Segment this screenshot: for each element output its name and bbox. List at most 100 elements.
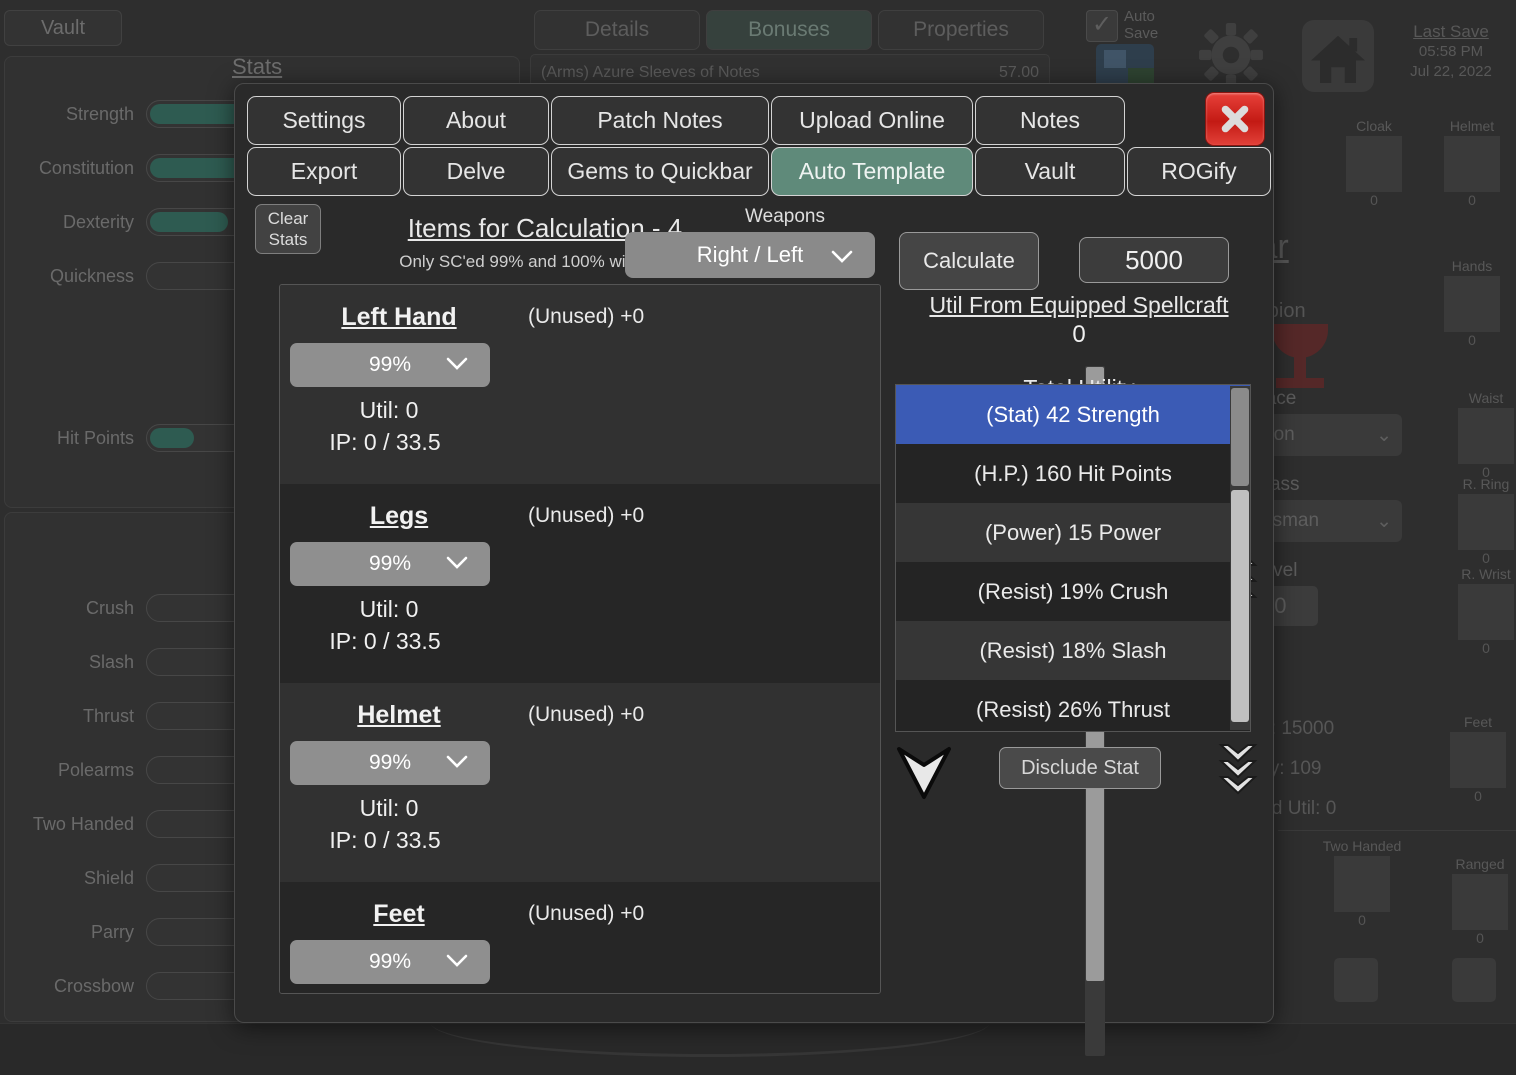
missing-stats-row[interactable]: (Resist) 26% Thrust [896,680,1250,731]
clear-stats-line2: Stats [268,230,308,249]
equip-slot-name: Ranged [1455,856,1505,872]
missing-stats-scrollbar[interactable] [1230,386,1250,730]
clear-stats-button[interactable]: Clear Stats [255,204,321,254]
item-slot-util: Util: 0 [359,596,419,622]
stat-label: Dexterity [62,211,134,232]
race-label: Race [1252,388,1297,409]
equip-slot-box[interactable] [1458,408,1514,464]
modal-menu-bar: Settings About Patch Notes Upload Online… [247,96,1271,196]
equip-slot-cloak[interactable]: Cloak 0 [1346,118,1402,208]
equip-slot-two-handed[interactable]: Two Handed 0 [1320,838,1404,928]
equip-slot-value: 0 [1468,332,1476,348]
resist-label: Thrust [82,705,134,726]
menu-patch-notes-button[interactable]: Patch Notes [551,96,769,145]
menu-upload-online-button[interactable]: Upload Online [771,96,973,145]
chevron-down-icon [446,751,468,775]
item-slot-util: Util: 0 [359,397,419,423]
autosave-checkbox[interactable]: ✓ [1086,10,1118,42]
item-slot-name: Helmet [357,701,441,729]
equip-slot-hands[interactable]: Hands 0 [1444,258,1500,348]
menu-auto-template-button[interactable]: Auto Template [771,147,973,196]
item-slot-quality-value: 99% [368,950,412,973]
menu-vault-button[interactable]: Vault [975,147,1125,196]
equip-slot-box-extra-right[interactable] [1452,958,1496,1002]
tab-details[interactable]: Details [534,10,700,50]
missing-stats-row[interactable]: (Resist) 19% Crush [896,562,1250,621]
weapons-select[interactable]: Right / Left [625,232,875,278]
resist-label: Shield [83,867,134,888]
tab-properties[interactable]: Properties [878,10,1044,50]
equip-slot-name: R. Ring [1462,476,1510,492]
item-slot-quality-select[interactable]: 99% [290,741,490,785]
equip-slot-box[interactable] [1458,584,1514,640]
missing-stats-scrollbar-thumb-upper[interactable] [1231,388,1249,486]
equip-slot-helmet[interactable]: Helmet 0 [1444,118,1500,208]
stat-bar-fill [150,212,228,232]
budget-input[interactable]: 5000 [1079,237,1229,283]
item-slot-status: (Unused) +0 [528,703,645,726]
last-save-date: Jul 22, 2022 [1410,63,1492,80]
equip-slot-name: Two Handed [1322,838,1402,854]
equip-slot-box[interactable] [1450,732,1506,788]
class-select[interactable]: nsman ⌄ [1252,500,1402,542]
menu-rogify-button[interactable]: ROGify [1127,147,1271,196]
app-root: Vault Stats Strength Constitution Dexter… [0,0,1516,1075]
class-field[interactable]: Class nsman ⌄ [1252,474,1402,542]
missing-stats-row[interactable]: (Resist) 18% Slash [896,621,1250,680]
item-slot-quality-select[interactable]: 99% [290,542,490,586]
resist-label: Parry [90,921,134,942]
menu-gems-to-quickbar-button[interactable]: Gems to Quickbar [551,147,769,196]
menu-export-button[interactable]: Export [247,147,401,196]
weapons-label: Weapons [745,206,825,227]
equip-slot-ranged[interactable]: Ranged 0 [1438,856,1516,946]
missing-stats-scrollbar-thumb-lower[interactable] [1231,490,1249,722]
items-list: Left Hand (Unused) +0 99% Util: 0 IP: 0 … [279,284,881,994]
item-slot-status: (Unused) +0 [528,504,645,527]
close-icon[interactable] [1205,92,1265,146]
last-save-info: Last Save 05:58 PM Jul 22, 2022 [1396,22,1506,82]
equip-slot-feet[interactable]: Feet 0 [1450,714,1506,804]
missing-stats-row[interactable]: (Stat) 42 Strength [896,385,1250,444]
equip-slot-box[interactable] [1458,494,1514,550]
race-field[interactable]: Race rton ⌄ [1252,388,1402,456]
home-icon[interactable] [1302,20,1374,92]
equip-slot-box[interactable] [1452,874,1508,930]
move-to-bottom-chevrons-icon[interactable] [1217,743,1259,797]
item-slot-quality-select[interactable]: 99% [290,940,490,984]
stat-bar-fill [150,428,194,448]
spellcraft-util-value: 0 [1072,321,1086,348]
item-slot-quality-value: 99% [368,353,412,376]
equip-slot-box[interactable] [1444,276,1500,332]
menu-settings-button[interactable]: Settings [247,96,401,145]
equip-slot-waist[interactable]: Waist 0 [1458,390,1514,480]
equip-slot-box[interactable] [1444,136,1500,192]
equip-slot-box[interactable] [1334,856,1390,912]
race-select[interactable]: rton ⌄ [1252,414,1402,456]
equip-slot-box[interactable] [1346,136,1402,192]
equip-slot-right-wrist[interactable]: R. Wrist 0 [1458,566,1514,656]
equip-slot-value: 0 [1474,788,1482,804]
equip-slot-box-extra-left[interactable] [1334,958,1378,1002]
menu-delve-button[interactable]: Delve [403,147,549,196]
menu-notes-button[interactable]: Notes [975,96,1125,145]
item-slot-status: (Unused) +0 [528,305,645,328]
chalice-icon [1272,324,1328,358]
class-label: Class [1252,474,1300,495]
autosave-label-line1: Auto [1124,8,1155,25]
item-slot-quality-select[interactable]: 99% [290,343,490,387]
calculate-button[interactable]: Calculate [899,232,1039,290]
missing-stats-row[interactable]: (H.P.) 160 Hit Points [896,444,1250,503]
vault-button[interactable]: Vault [4,10,122,46]
menu-about-button[interactable]: About [403,96,549,145]
resist-label: Crush [85,597,134,618]
missing-stats-row[interactable]: (Power) 15 Power [896,503,1250,562]
stat-label: Constitution [38,157,134,178]
weapons-value: Right / Left [696,242,804,267]
clear-stats-line1: Clear [267,209,309,228]
disclude-stat-button[interactable]: Disclude Stat [999,747,1161,789]
equip-slot-right-ring[interactable]: R. Ring 0 [1458,476,1514,566]
equip-slot-value: 0 [1358,912,1366,928]
move-down-arrow-icon[interactable] [895,743,953,801]
tab-bonuses[interactable]: Bonuses [706,10,872,50]
gear-icon[interactable] [1198,22,1264,88]
